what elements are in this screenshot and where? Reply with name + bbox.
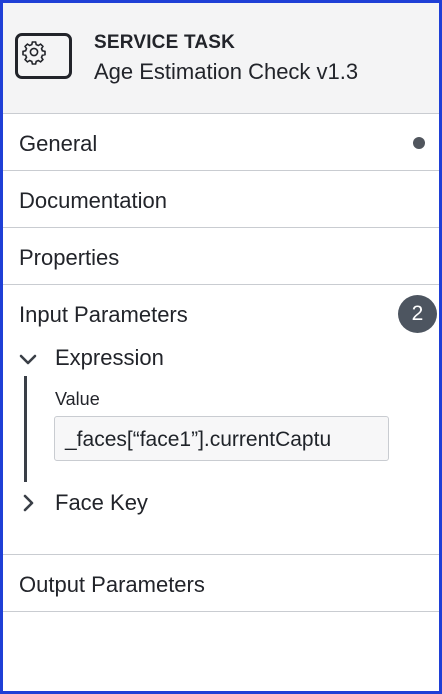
chevron-down-icon[interactable] [18,350,38,370]
properties-panel: SERVICE TASK Age Estimation Check v1.3 G… [3,3,439,691]
group-general[interactable]: General [3,114,439,171]
gear-icon [22,41,46,65]
data-indicator-dot [413,137,425,149]
element-name: Age Estimation Check v1.3 [94,59,359,84]
group-documentation[interactable]: Documentation [3,171,439,228]
chevron-right-icon[interactable] [18,493,38,513]
value-label: Value [55,389,100,409]
service-task-icon [15,33,72,79]
list-item-expression: Expression Value _faces[“face1”].current… [3,342,439,482]
group-input-parameters: Input Parameters 2 Expression Value _fac… [3,285,439,555]
panel-header: SERVICE TASK Age Estimation Check v1.3 [3,3,439,114]
group-input-parameters-header[interactable]: Input Parameters 2 [3,285,439,342]
list-item-face-key[interactable]: Face Key [3,483,439,523]
group-general-title: General [19,131,98,156]
element-type-label: SERVICE TASK [94,32,236,53]
group-input-parameters-title: Input Parameters [19,302,188,327]
expanded-entry-rail [24,376,27,482]
group-output-parameters-title: Output Parameters [19,572,205,597]
group-properties-title: Properties [19,245,120,270]
group-documentation-title: Documentation [19,188,167,213]
value-field[interactable]: _faces[“face1”].currentCaptu [54,416,389,461]
group-properties[interactable]: Properties [3,228,439,285]
face-key-entry-title[interactable]: Face Key [55,490,148,516]
group-output-parameters[interactable]: Output Parameters [3,555,439,612]
expression-entry-title[interactable]: Expression [55,345,164,371]
parameter-count-badge: 2 [398,295,437,333]
